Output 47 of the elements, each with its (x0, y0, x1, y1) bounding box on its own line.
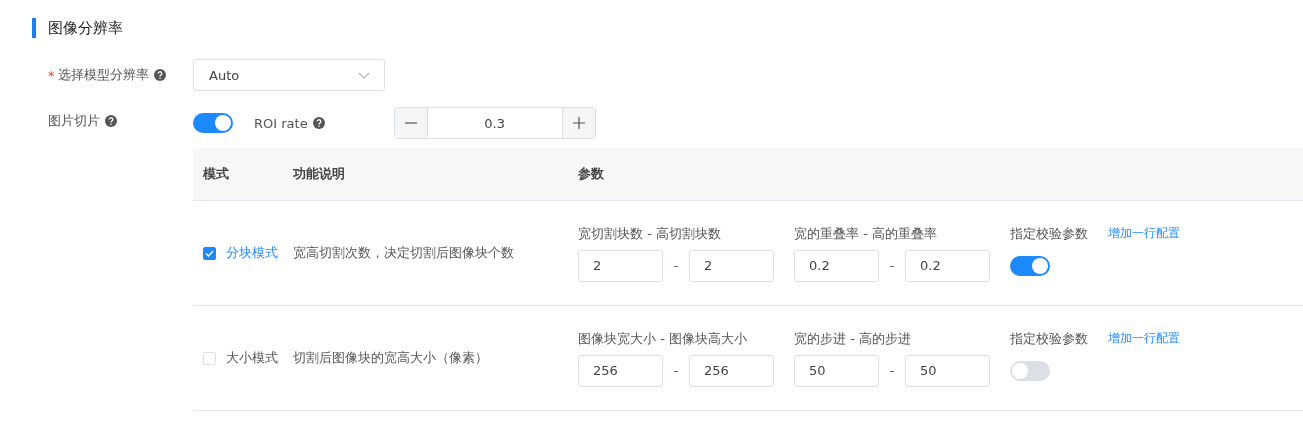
field-label: 选择模型分辨率 (57, 66, 149, 84)
column-header: 参数 (578, 165, 605, 183)
param-label: 宽切割块数 - 高切割块数 (578, 224, 722, 243)
resolution-select[interactable]: Auto (193, 59, 385, 91)
checkmark-icon (205, 249, 214, 257)
toggle-switch[interactable] (1010, 255, 1050, 276)
param-label: 宽的重叠率 - 高的重叠率 (794, 224, 938, 243)
input-field[interactable]: 256 (689, 354, 774, 387)
minus-icon (404, 122, 417, 124)
section-title: 图像分辨率 (48, 18, 123, 38)
param-label: 宽的步进 - 高的步进 (794, 329, 912, 348)
accent-bar (32, 18, 36, 38)
help-icon[interactable] (105, 115, 117, 127)
required-mark: * (48, 67, 55, 83)
input-field[interactable]: 50 (905, 354, 990, 387)
table-cell-text: 宽高切割次数，决定切割后图像块个数 (293, 244, 515, 262)
input-field[interactable]: 2 (578, 249, 663, 282)
decrement-button[interactable] (394, 108, 427, 138)
range-separator: - (672, 363, 680, 378)
range-separator: - (888, 363, 896, 378)
mode-label: 分块模式 (226, 244, 278, 262)
column-header: 功能说明 (293, 165, 346, 183)
checkbox[interactable] (203, 246, 216, 260)
input-field[interactable]: 2 (689, 249, 774, 282)
range-separator: - (888, 258, 896, 273)
add-row-link[interactable]: 增加一行配置 (1108, 224, 1180, 242)
help-icon[interactable] (312, 117, 325, 129)
field-label: ROI rate (254, 115, 308, 131)
field-label: 图片切片 (48, 112, 100, 130)
chevron-down-icon (358, 71, 370, 79)
input-field[interactable]: 0.2 (794, 249, 879, 282)
column-header: 模式 (201, 165, 230, 183)
input-field[interactable]: 0.2 (905, 249, 990, 282)
range-separator: - (672, 258, 680, 273)
table-cell-text: 切割后图像块的宽高大小（像素） (293, 349, 489, 367)
toggle-switch[interactable] (1010, 360, 1050, 381)
add-row-link[interactable]: 增加一行配置 (1108, 329, 1180, 347)
input-field[interactable]: 50 (794, 354, 879, 387)
input-field[interactable]: 256 (578, 354, 663, 387)
param-label: 指定校验参数 (1010, 224, 1088, 243)
param-label: 图像块宽大小 - 图像块高大小 (578, 329, 748, 348)
toggle-switch[interactable] (193, 113, 233, 133)
plus-icon (572, 117, 585, 129)
help-icon[interactable] (153, 69, 166, 81)
param-label: 指定校验参数 (1010, 329, 1088, 348)
increment-button[interactable] (562, 108, 595, 138)
mode-label: 大小模式 (226, 349, 278, 367)
